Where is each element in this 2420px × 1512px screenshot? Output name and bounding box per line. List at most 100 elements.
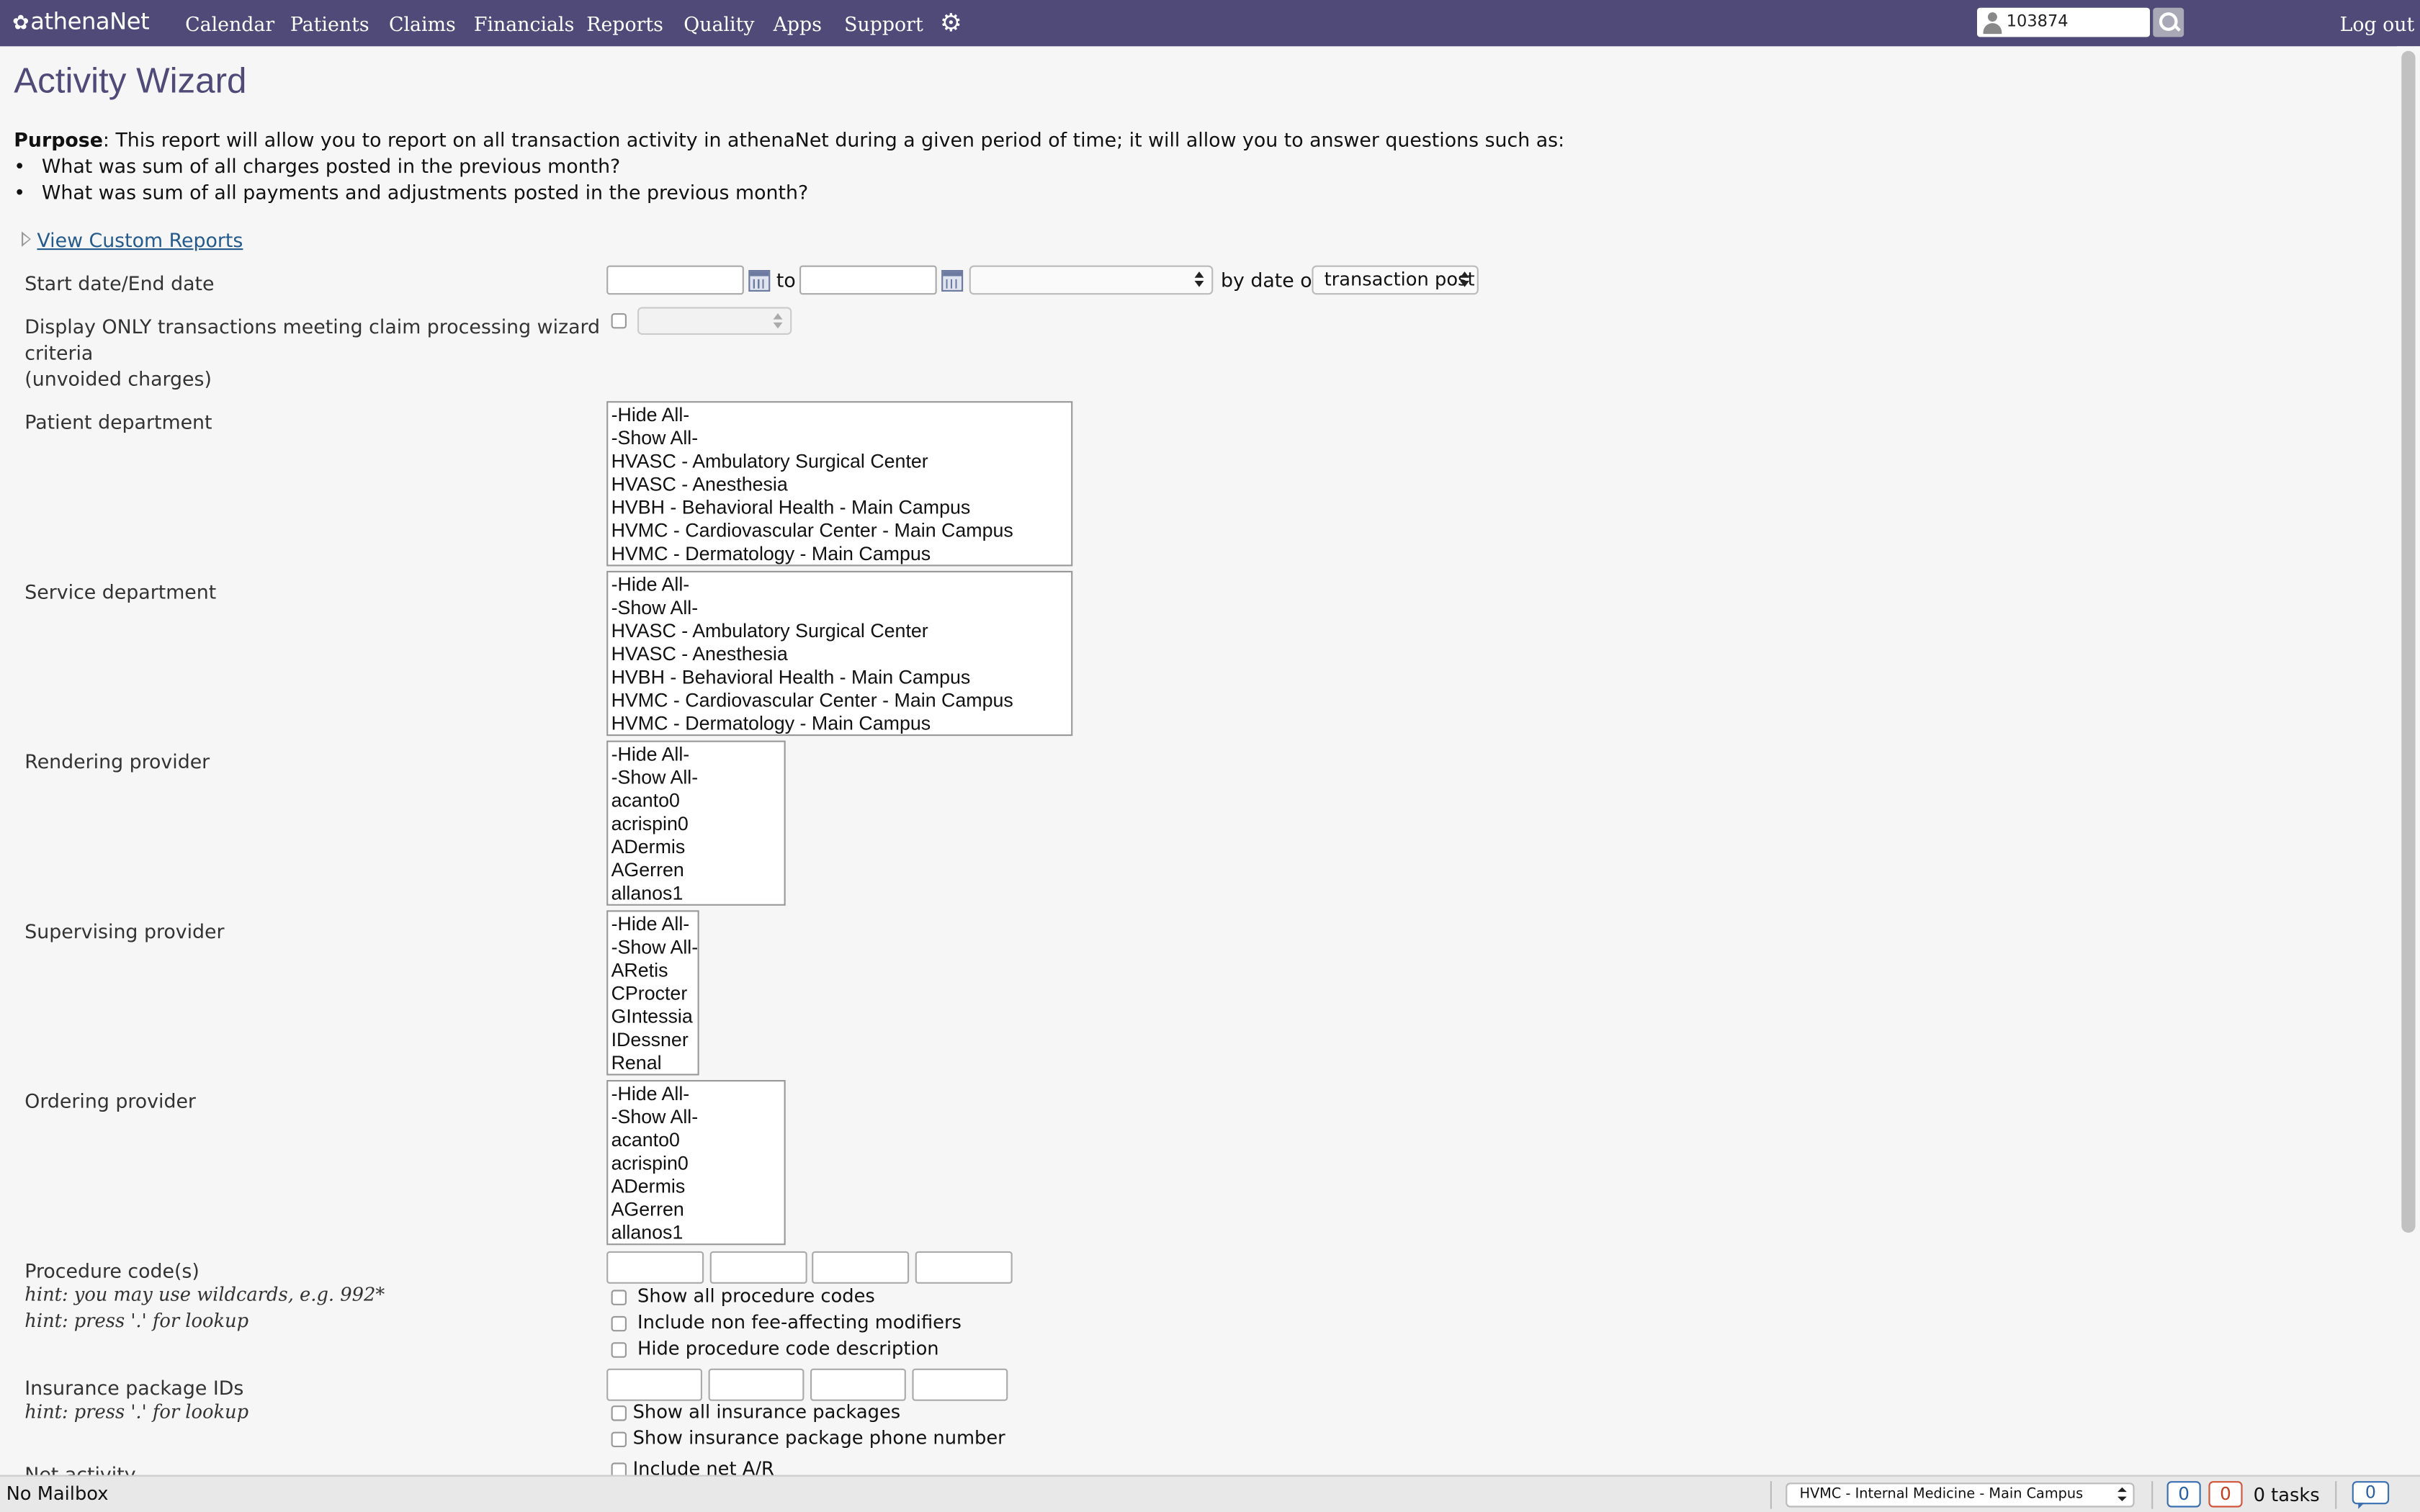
insurance-package-input[interactable] xyxy=(708,1368,805,1401)
insurance-package-input[interactable] xyxy=(606,1368,702,1401)
list-option[interactable]: AGerren xyxy=(608,860,784,883)
inbox-count-badge[interactable]: 0 xyxy=(2166,1481,2201,1508)
list-option[interactable]: HVMC - Cardiovascular Center - Main Camp… xyxy=(608,690,1071,713)
mailbox-status[interactable]: No Mailbox xyxy=(6,1482,109,1504)
show-all-procedure-checkbox[interactable] xyxy=(611,1290,627,1305)
procedure-code-input[interactable] xyxy=(812,1251,910,1284)
list-option[interactable]: HVMC - Dermatology - Main Campus xyxy=(608,543,1071,564)
nav-calendar[interactable]: Calendar xyxy=(185,12,274,35)
list-option[interactable]: -Hide All- xyxy=(608,744,784,767)
user-icon xyxy=(1981,11,2003,35)
list-option[interactable]: HVASC - Anesthesia xyxy=(608,474,1071,497)
user-id-box[interactable] xyxy=(1977,7,2150,37)
list-option[interactable]: -Show All- xyxy=(608,1106,784,1129)
list-option[interactable]: HVASC - Ambulatory Surgical Center xyxy=(608,620,1071,643)
list-option[interactable]: -Hide All- xyxy=(608,914,697,937)
expand-triangle-icon[interactable] xyxy=(22,231,31,247)
list-item: • What was sum of all payments and adjust… xyxy=(14,180,809,204)
calendar-icon[interactable] xyxy=(748,270,771,292)
end-date-input[interactable] xyxy=(799,265,937,295)
list-option[interactable]: ADermis xyxy=(608,1176,784,1199)
list-option[interactable]: CProcter xyxy=(608,983,697,1006)
list-option[interactable]: Renal xyxy=(608,1052,697,1074)
claim-wizard-checkbox[interactable] xyxy=(611,313,627,329)
patient-department-listbox[interactable]: -Hide All- -Show All- HVASC - Ambulatory… xyxy=(606,401,1073,567)
nav-financials[interactable]: Financials xyxy=(474,12,574,35)
procedure-code-input[interactable] xyxy=(606,1251,704,1284)
nav-quality[interactable]: Quality xyxy=(684,12,754,35)
hide-procedure-desc-label: Hide procedure code description xyxy=(637,1337,939,1359)
list-option[interactable]: HVBH - Behavioral Health - Main Campus xyxy=(608,667,1071,690)
calendar-icon[interactable] xyxy=(941,270,964,292)
list-option[interactable]: IDessner xyxy=(608,1029,697,1052)
list-option[interactable]: -Hide All- xyxy=(608,404,1071,427)
list-option[interactable]: ADermis xyxy=(608,836,784,859)
department-value: HVMC - Internal Medicine - Main Campus xyxy=(1799,1486,2084,1503)
list-option[interactable]: -Hide All- xyxy=(608,574,1071,597)
athenanet-logo[interactable]: ✿ athenaNet xyxy=(12,7,150,36)
start-date-input[interactable] xyxy=(606,265,744,295)
include-non-fee-checkbox[interactable] xyxy=(611,1315,627,1332)
rendering-provider-listbox[interactable]: -Hide All- -Show All- acanto0 acrispin0 … xyxy=(606,740,786,906)
rendering-provider-label: Rendering provider xyxy=(24,750,210,773)
procedure-code-input[interactable] xyxy=(915,1251,1013,1284)
claim-wizard-select[interactable] xyxy=(637,307,792,335)
ordering-provider-listbox[interactable]: -Hide All- -Show All- acanto0 acrispin0 … xyxy=(606,1080,786,1246)
patient-department-label: Patient department xyxy=(24,410,212,434)
list-option[interactable]: acanto0 xyxy=(608,1130,784,1153)
show-all-insurance-checkbox[interactable] xyxy=(611,1405,627,1421)
tasks-count[interactable]: 0 tasks xyxy=(2254,1484,2320,1506)
divider xyxy=(2335,1481,2337,1509)
nav-claims[interactable]: Claims xyxy=(389,12,456,35)
scrollbar-thumb[interactable] xyxy=(2401,50,2416,1233)
list-option[interactable]: -Show All- xyxy=(608,767,784,790)
list-option[interactable]: acrispin0 xyxy=(608,1153,784,1176)
supervising-provider-listbox[interactable]: -Hide All- -Show All- ARetis CProcter GI… xyxy=(606,910,699,1076)
insurance-package-input[interactable] xyxy=(912,1368,1008,1401)
hide-procedure-desc-checkbox[interactable] xyxy=(611,1342,627,1358)
gear-icon[interactable]: ⚙ xyxy=(940,8,962,37)
leaf-logo-icon: ✿ xyxy=(12,12,30,36)
service-department-listbox[interactable]: -Hide All- -Show All- HVASC - Ambulatory… xyxy=(606,570,1073,737)
list-option[interactable]: HVBH - Behavioral Health - Main Campus xyxy=(608,497,1071,520)
list-option[interactable]: -Show All- xyxy=(608,428,1071,451)
list-option[interactable]: -Hide All- xyxy=(608,1083,784,1106)
logo-text: athenaNet xyxy=(30,7,150,36)
list-option[interactable]: -Show All- xyxy=(608,937,698,960)
procedure-code-input[interactable] xyxy=(709,1251,807,1284)
list-option[interactable]: acrispin0 xyxy=(608,813,784,836)
logout-link[interactable]: Log out xyxy=(2340,12,2415,35)
user-id-input[interactable] xyxy=(2006,9,2143,32)
custom-reports-toggle[interactable]: View Custom Reports xyxy=(22,228,243,251)
nav-support[interactable]: Support xyxy=(844,12,923,35)
alert-count-badge[interactable]: 0 xyxy=(2208,1481,2243,1508)
nav-reports[interactable]: Reports xyxy=(586,12,663,35)
list-option[interactable]: AGerren xyxy=(608,1199,784,1222)
date-type-select[interactable]: transaction post xyxy=(1312,265,1479,295)
list-option[interactable]: acanto0 xyxy=(608,790,784,813)
list-option[interactable]: HVASC - Ambulatory Surgical Center xyxy=(608,451,1071,474)
list-option[interactable]: HVASC - Anesthesia xyxy=(608,644,1071,667)
purpose-text: Purpose: This report will allow you to r… xyxy=(14,128,1564,151)
search-button[interactable] xyxy=(2153,7,2184,37)
list-option[interactable]: ARetis xyxy=(608,960,697,983)
page-scrollbar[interactable] xyxy=(2396,46,2420,1475)
procedure-codes-label: Procedure code(s) xyxy=(24,1259,200,1282)
show-insurance-phone-checkbox[interactable] xyxy=(611,1431,627,1447)
date-preset-select[interactable] xyxy=(969,265,1214,295)
list-option[interactable]: HVMC - Cardiovascular Center - Main Camp… xyxy=(608,520,1071,543)
chat-icon[interactable]: 0 xyxy=(2352,1481,2390,1509)
service-department-label: Service department xyxy=(24,580,217,603)
list-option[interactable]: HVMC - Dermatology - Main Campus xyxy=(608,713,1071,734)
list-option[interactable]: allanos1 xyxy=(608,1222,784,1243)
list-option[interactable]: allanos1 xyxy=(608,883,784,904)
department-select[interactable]: HVMC - Internal Medicine - Main Campus xyxy=(1785,1482,2135,1508)
include-non-fee-label: Include non fee-affecting modifiers xyxy=(637,1311,962,1333)
ordering-provider-label: Ordering provider xyxy=(24,1089,196,1112)
list-option[interactable]: -Show All- xyxy=(608,597,1071,620)
list-option[interactable]: GIntessia xyxy=(608,1006,697,1029)
nav-patients[interactable]: Patients xyxy=(290,12,369,35)
view-custom-reports-link[interactable]: View Custom Reports xyxy=(37,228,243,251)
insurance-package-input[interactable] xyxy=(810,1368,906,1401)
nav-apps[interactable]: Apps xyxy=(774,12,822,35)
